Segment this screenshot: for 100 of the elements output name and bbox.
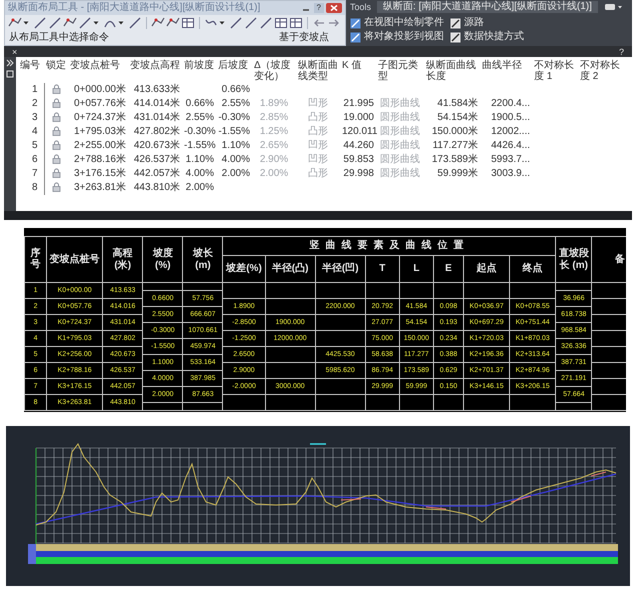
column-header: 坡差(%) <box>226 263 262 275</box>
lock-icon[interactable] <box>52 112 61 122</box>
column-header: 序号 <box>30 248 41 270</box>
lock-icon[interactable] <box>52 140 61 150</box>
table-cell-text: 1.89% <box>258 97 290 111</box>
line-tool-icon[interactable] <box>33 16 47 30</box>
table-cell: 3 <box>18 111 44 125</box>
line-tool-icon[interactable] <box>244 16 258 30</box>
table-cell-text: 2.85% <box>258 111 290 125</box>
column-header[interactable]: 曲线半径 <box>480 59 532 83</box>
ribbon-tab[interactable]: 纵断面: [南阳大道道路中心线][纵断面设计线(1)] <box>377 1 598 13</box>
panel-label: 从布局工具中选择命令 <box>9 32 110 44</box>
table-cell-text: 3003.9... <box>490 167 531 181</box>
ribbon-command[interactable]: 源路 <box>450 17 524 29</box>
column-header[interactable]: 编号 <box>18 59 44 83</box>
table-cell-text: 173.589米 <box>430 153 479 167</box>
table-cell-text: 21.995 <box>342 97 375 111</box>
column-header[interactable]: K 值 <box>340 59 376 83</box>
table-cell-text: -1.55% <box>183 139 216 153</box>
table-cell-text: 2.55% <box>220 97 251 111</box>
column-header: 终点 <box>522 263 543 275</box>
table-cell: 8 <box>18 181 44 195</box>
table-cell-text: 2.55% <box>184 111 215 125</box>
table-cell-text: 圆形曲线 <box>379 97 421 111</box>
table-cell: 5 <box>18 139 44 153</box>
table-icon[interactable] <box>274 16 288 30</box>
line-tool-icon[interactable] <box>78 16 92 30</box>
column-header[interactable]: 锁定 <box>44 59 68 83</box>
table-cell-text: 150.000米 <box>430 125 479 139</box>
column-header: 直坡段长 (m) <box>558 248 590 272</box>
column-header[interactable]: 不对称长度 1 <box>532 59 578 83</box>
table-cell-text: 413.633米 <box>132 83 181 97</box>
column-header[interactable]: 变坡点高程 <box>128 59 182 83</box>
lock-icon[interactable] <box>52 182 61 192</box>
line-tool-icon[interactable] <box>229 16 243 30</box>
lock-icon[interactable] <box>52 98 61 108</box>
ribbon-command[interactable]: 在视图中绘制零件 <box>350 17 444 29</box>
lock-icon[interactable] <box>52 154 61 164</box>
column-header: 高程 (米) <box>112 248 134 272</box>
double-arrow-icon[interactable] <box>6 59 14 67</box>
table-cell-text: 1+795.03米 <box>73 125 127 139</box>
screen-icon[interactable] <box>604 2 624 12</box>
table-cell-text: 1.25% <box>258 125 290 139</box>
table-cell-text: 0+724.37米 <box>73 111 127 125</box>
table-icon[interactable] <box>289 16 303 30</box>
table-cell: 2 <box>18 97 44 111</box>
table-cell-text: 2.00% <box>258 167 290 181</box>
table-cell-text: 12002.... <box>490 125 531 139</box>
help-button[interactable]: ? <box>314 3 324 13</box>
square-icon[interactable] <box>6 70 14 78</box>
table-icon[interactable] <box>181 16 195 30</box>
table-cell-text: 414.014米 <box>132 97 181 111</box>
table-cell-text: 凹形 <box>307 139 329 153</box>
table-cell-text: 117.277米 <box>432 139 479 153</box>
table-cell-text: 420.673米 <box>132 139 181 153</box>
column-header[interactable]: 纵断面曲线长度 <box>424 59 480 83</box>
column-header[interactable]: 变坡点桩号 <box>68 59 128 83</box>
line-tool-icon[interactable] <box>259 16 273 30</box>
close-button[interactable]: × <box>12 46 18 56</box>
column-header[interactable]: 不对称长度 2 <box>578 59 624 83</box>
column-header[interactable]: 后坡度 <box>216 59 252 83</box>
column-header[interactable]: Δ（坡度变化） <box>252 59 296 83</box>
table-cell-text: 0+057.76米 <box>73 97 127 111</box>
line-tool-icon[interactable] <box>128 16 142 30</box>
column-header: E <box>445 263 452 275</box>
table-cell: 圆形曲线 <box>376 125 424 139</box>
table-cell-text: 4.00% <box>184 167 215 181</box>
line-tool-icon[interactable] <box>48 16 62 30</box>
column-header: 变坡点桩号 <box>50 254 100 266</box>
table-cell: 1 <box>18 83 44 97</box>
table-cell-text: 2.00% <box>220 167 251 181</box>
column-header: 起点 <box>476 263 497 275</box>
help-button[interactable]: ? <box>618 46 624 56</box>
column-header[interactable]: 前坡度 <box>182 59 216 83</box>
lock-icon[interactable] <box>52 168 61 178</box>
table-cell-text: 凸形 <box>307 167 329 181</box>
close-icon[interactable] <box>326 3 342 13</box>
table-cell-text: 44.260 <box>342 139 375 153</box>
table-cell-text: 凹形 <box>307 97 329 111</box>
column-header: 半径(凹) <box>322 263 359 275</box>
ribbon-command[interactable]: 数据快捷方式 <box>450 31 524 43</box>
table-cell-text: 圆形曲线 <box>379 139 421 153</box>
table-cell-text: 4426.4... <box>490 139 531 153</box>
table-cell-text: 圆形曲线 <box>379 111 421 125</box>
ribbon-command[interactable]: 将对象投影到视图 <box>350 31 444 43</box>
column-header[interactable]: 纵断面曲线类型 <box>296 59 340 83</box>
column-header: 备 <box>615 254 625 266</box>
table-cell-text: 5993.7... <box>490 153 531 167</box>
lock-icon[interactable] <box>52 84 61 94</box>
column-header: T <box>379 263 386 275</box>
table-cell-text: -1.55% <box>217 125 251 139</box>
table-cell-text: 2+788.16米 <box>73 153 127 167</box>
ribbon-tab[interactable]: Tools <box>350 2 372 12</box>
column-header: 竖曲线要素及曲线位置 <box>309 240 470 252</box>
table-cell-text: 2.00% <box>184 181 215 195</box>
table-cell-text: 1.10% <box>220 139 251 153</box>
column-header[interactable]: 子图元类型 <box>376 59 424 83</box>
table-cell-text: 凹形 <box>307 153 329 167</box>
lock-icon[interactable] <box>52 126 61 136</box>
table-cell-text: 120.011 <box>341 125 376 139</box>
